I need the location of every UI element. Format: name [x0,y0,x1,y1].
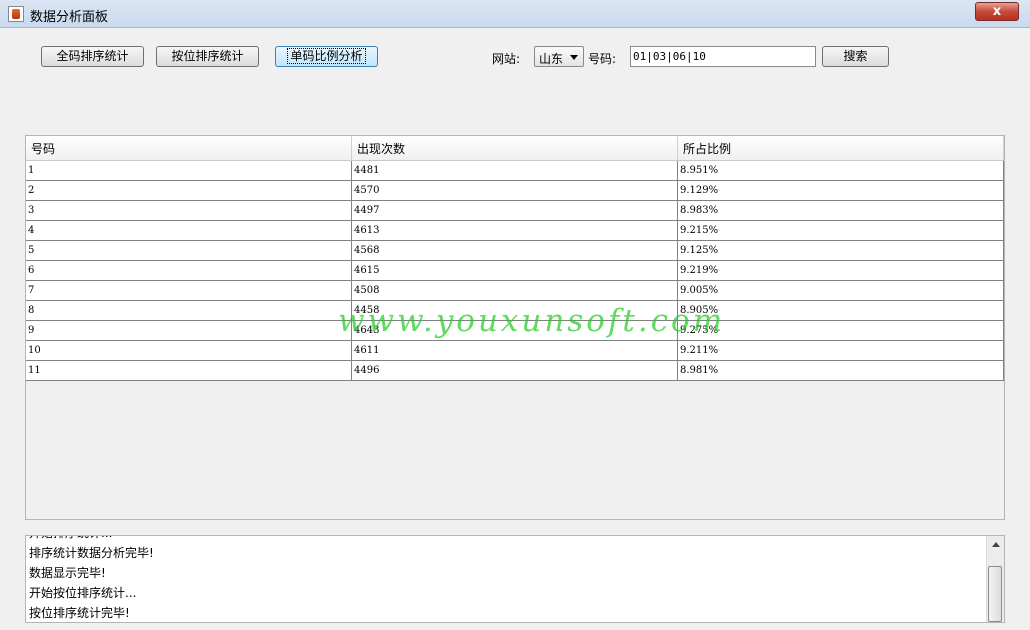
cell-count: 4613 [352,221,678,241]
all-code-sort-button[interactable]: 全码排序统计 [41,46,144,67]
scrollbar-thumb[interactable] [988,566,1002,622]
table-header: 号码 出现次数 所占比例 [26,136,1004,161]
table-row[interactable]: 4 4613 9.215% [26,221,1004,241]
cell-number: 5 [26,241,352,261]
cell-count: 4615 [352,261,678,281]
cell-ratio: 9.211% [678,341,1004,361]
cell-ratio: 8.905% [678,301,1004,321]
single-code-ratio-button[interactable]: 单码比例分析 [275,46,378,67]
cell-ratio: 9.215% [678,221,1004,241]
window-title: 数据分析面板 [30,10,109,25]
cell-count: 4611 [352,341,678,361]
cell-ratio: 8.983% [678,201,1004,221]
cell-count: 4497 [352,201,678,221]
column-header-ratio[interactable]: 所占比例 [678,136,1004,160]
log-line: 按位排序统计完毕! [29,606,130,620]
cell-ratio: 8.951% [678,161,1004,181]
table-row[interactable]: 5 4568 9.125% [26,241,1004,261]
table-row[interactable]: 10 4611 9.211% [26,341,1004,361]
cell-count: 4481 [352,161,678,181]
table-row[interactable]: 1 4481 8.951% [26,161,1004,181]
cell-count: 4570 [352,181,678,201]
log-line: 排序统计数据分析完毕! [29,546,154,560]
site-label: 网站: [492,52,521,66]
cell-number: 10 [26,341,352,361]
table-row[interactable]: 7 4508 9.005% [26,281,1004,301]
all-code-sort-label: 全码排序统计 [56,49,129,63]
log-textarea[interactable]: 开始排序统计... 排序统计数据分析完毕! 数据显示完毕! 开始按位排序统计... 按位… [25,535,1005,623]
table-row[interactable]: 11 4496 8.981% [26,361,1004,381]
cell-ratio: 9.219% [678,261,1004,281]
cell-ratio: 9.125% [678,241,1004,261]
cell-number: 1 [26,161,352,181]
log-line: 数据显示完毕! [29,566,106,580]
cell-number: 7 [26,281,352,301]
number-label: 号码: [588,52,617,66]
number-input[interactable]: 01|03|06|10 [630,46,816,67]
cell-count: 4568 [352,241,678,261]
cell-count: 4508 [352,281,678,301]
cell-ratio: 9.005% [678,281,1004,301]
log-line: 开始按位排序统计... [29,586,137,600]
cell-number: 6 [26,261,352,281]
chevron-down-icon [570,55,578,60]
site-select[interactable]: 山东 [534,46,584,67]
cell-number: 8 [26,301,352,321]
column-header-number[interactable]: 号码 [26,136,352,160]
table-row[interactable]: 3 4497 8.983% [26,201,1004,221]
cell-number: 4 [26,221,352,241]
search-button[interactable]: 搜索 [822,46,889,67]
position-sort-label: 按位排序统计 [171,49,244,63]
cell-number: 2 [26,181,352,201]
title-bar: 数据分析面板 x [0,0,1030,28]
cell-count: 4496 [352,361,678,381]
cell-number: 3 [26,201,352,221]
close-button[interactable]: x [975,2,1019,21]
cell-number: 11 [26,361,352,381]
position-sort-button[interactable]: 按位排序统计 [156,46,259,67]
cell-number: 9 [26,321,352,341]
cell-ratio: 9.129% [678,181,1004,201]
scroll-up-icon[interactable] [987,536,1004,553]
java-app-icon [8,6,24,22]
column-header-count[interactable]: 出现次数 [352,136,678,160]
table-row[interactable]: 2 4570 9.129% [26,181,1004,201]
site-select-value: 山东 [539,52,564,66]
log-line: 开始排序统计... [29,536,112,541]
cell-ratio: 8.981% [678,361,1004,381]
cell-ratio: 9.275% [678,321,1004,341]
log-scrollbar[interactable] [986,536,1004,622]
watermark-text: www.youxunsoft.com [338,303,726,339]
search-label: 搜索 [843,49,868,63]
table-row[interactable]: 6 4615 9.219% [26,261,1004,281]
single-code-ratio-label: 单码比例分析 [287,48,366,64]
